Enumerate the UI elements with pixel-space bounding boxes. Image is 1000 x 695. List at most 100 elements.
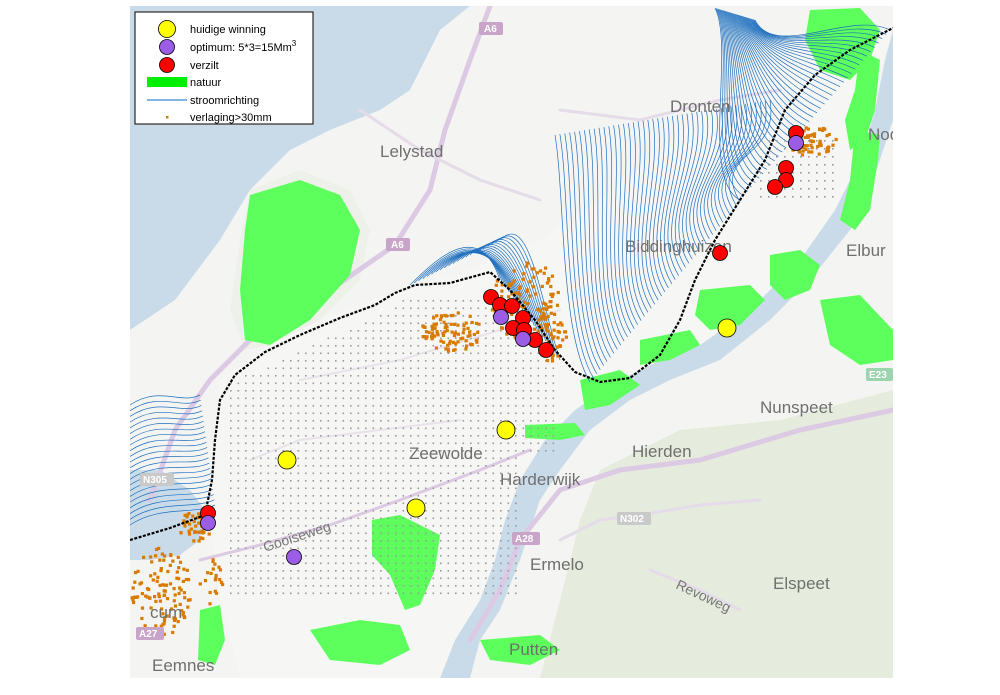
- grid-dot: [275, 570, 277, 572]
- grid-dot: [447, 562, 450, 565]
- drawdown-cell: [187, 578, 191, 582]
- grid-dot: [462, 420, 465, 422]
- grid-dot: [365, 450, 367, 452]
- grid-dot: [470, 465, 472, 467]
- grid-dot: [282, 360, 285, 362]
- grid-dot: [320, 540, 322, 542]
- grid-dot: [545, 405, 547, 407]
- grid-dot: [470, 472, 472, 475]
- grid-dot: [327, 585, 330, 587]
- svg-text:E23: E23: [869, 370, 887, 381]
- grid-dot: [410, 352, 412, 355]
- grid-dot: [365, 592, 367, 595]
- grid-dot: [335, 585, 337, 587]
- grid-dot: [350, 510, 352, 512]
- grid-dot: [462, 375, 465, 377]
- grid-dot: [492, 390, 495, 392]
- grid-dot: [492, 420, 495, 422]
- grid-dot: [455, 495, 457, 497]
- grid-dot: [380, 442, 382, 445]
- grid-dot: [395, 412, 397, 415]
- grid-dot: [282, 382, 285, 385]
- grid-dot: [357, 555, 360, 557]
- grid-dot: [485, 315, 487, 317]
- drawdown-cell: [803, 135, 807, 139]
- grid-dot: [342, 382, 345, 385]
- grid-dot: [462, 525, 465, 527]
- grid-dot: [380, 465, 382, 467]
- grid-dot: [515, 367, 517, 370]
- grid-dot: [260, 532, 262, 535]
- grid-dot: [492, 322, 495, 325]
- grid-dot: [425, 487, 427, 490]
- grid-dot: [297, 577, 300, 580]
- grid-dot: [410, 472, 412, 475]
- grid-dot: [530, 397, 532, 400]
- grid-dot: [395, 442, 397, 445]
- drawdown-cell: [217, 565, 221, 569]
- grid-dot: [327, 367, 330, 370]
- grid-dot: [350, 577, 352, 580]
- grid-dot: [462, 540, 465, 542]
- drawdown-cell: [542, 271, 546, 275]
- grid-dot: [410, 337, 412, 340]
- grid-dot: [537, 360, 540, 362]
- drawdown-cell: [185, 515, 189, 519]
- grid-dot: [530, 435, 532, 437]
- grid-dot: [237, 532, 240, 535]
- grid-dot: [417, 345, 420, 347]
- grid-dot: [515, 375, 517, 377]
- grid-dot: [350, 472, 352, 475]
- grid-dot: [365, 375, 367, 377]
- drawdown-cell: [441, 333, 446, 337]
- grid-dot: [380, 532, 382, 535]
- grid-dot: [372, 390, 375, 392]
- grid-dot: [500, 337, 502, 340]
- grid-dot: [402, 382, 405, 385]
- grid-dot: [245, 502, 247, 505]
- grid-dot: [440, 555, 442, 557]
- grid-dot: [784, 156, 786, 158]
- grid-dot: [312, 397, 315, 400]
- grid-dot: [500, 420, 502, 422]
- grid-dot: [410, 412, 412, 415]
- drawdown-cell: [500, 289, 504, 293]
- grid-dot: [410, 360, 412, 362]
- grid-dot: [800, 196, 802, 198]
- drawdown-cell: [470, 320, 474, 325]
- grid-dot: [305, 367, 307, 370]
- grid-dot: [327, 502, 330, 505]
- grid-dot: [477, 570, 480, 572]
- grid-dot: [470, 547, 472, 550]
- grid-dot: [462, 555, 465, 557]
- grid-dot: [432, 405, 435, 407]
- drawdown-cell: [177, 566, 181, 570]
- drawdown-cell: [556, 336, 560, 340]
- grid-dot: [500, 457, 502, 460]
- drawdown-cell: [552, 321, 556, 325]
- grid-dot: [507, 532, 510, 535]
- grid-dot: [485, 367, 487, 370]
- grid-dot: [327, 345, 330, 347]
- grid-dot: [816, 164, 818, 166]
- grid-dot: [477, 427, 480, 430]
- drawdown-cell: [146, 595, 150, 599]
- grid-dot: [552, 390, 555, 392]
- grid-dot: [447, 532, 450, 535]
- drawdown-cell: [456, 340, 460, 344]
- svg-text:A6: A6: [484, 24, 497, 35]
- grid-dot: [425, 510, 427, 512]
- grid-dot: [410, 570, 412, 572]
- grid-dot: [282, 585, 285, 587]
- grid-dot: [530, 375, 532, 377]
- grid-dot: [290, 592, 292, 595]
- grid-dot: [342, 375, 345, 377]
- grid-dot: [395, 457, 397, 460]
- drawdown-cell: [551, 292, 555, 296]
- grid-dot: [816, 156, 818, 158]
- drawdown-cell: [178, 560, 183, 564]
- grid-dot: [824, 196, 826, 198]
- grid-dot: [808, 148, 810, 150]
- grid-dot: [462, 397, 465, 400]
- grid-dot: [320, 397, 322, 400]
